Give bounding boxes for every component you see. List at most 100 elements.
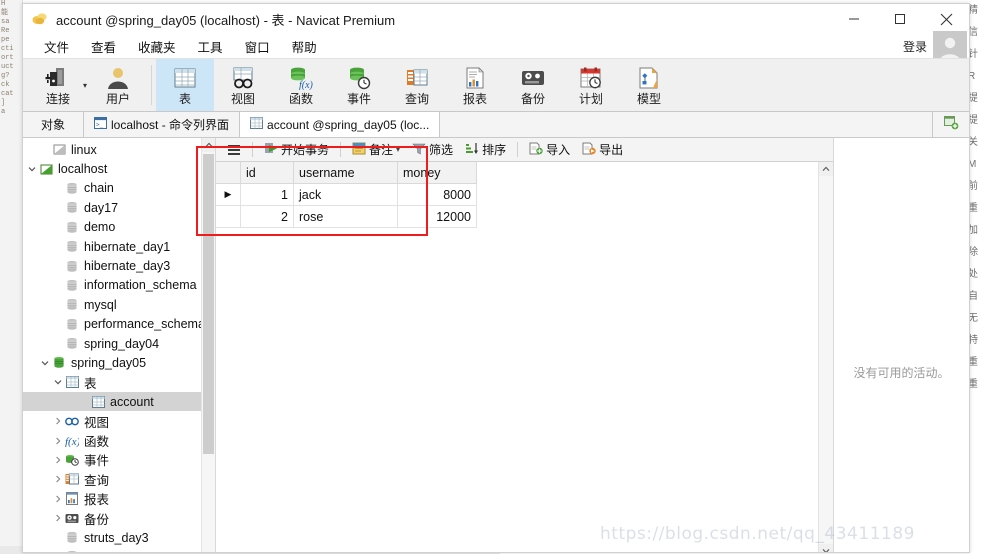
filter-button[interactable]: 筛选 [407, 139, 458, 160]
sidebar-item-chain[interactable]: chain [23, 179, 215, 198]
chevron-right-icon[interactable] [51, 495, 64, 503]
menu-tools[interactable]: 工具 [187, 35, 234, 58]
sidebar-item-information_schema[interactable]: information_schema [23, 276, 215, 295]
ribbon-connection[interactable]: 连接 [29, 59, 87, 111]
begin-transaction-button[interactable]: 开始事务 [259, 139, 334, 160]
chevron-right-icon[interactable] [51, 456, 64, 464]
ribbon-table[interactable]: 表 [156, 59, 215, 111]
table-row[interactable]: 2 rose 12000 [216, 205, 477, 228]
sidebar-item-[interactable]: 视图 [23, 411, 215, 430]
ribbon-view-label: 视图 [231, 92, 256, 106]
menu-help[interactable]: 帮助 [281, 35, 328, 58]
note-button[interactable]: 备注 ▾ [347, 139, 405, 160]
chevron-right-icon[interactable] [51, 417, 64, 425]
report-chart-icon [462, 64, 488, 92]
ribbon-query[interactable]: 查询 [388, 59, 446, 111]
sidebar-item-label: demo [84, 220, 116, 235]
ribbon-backup[interactable]: 备份 [504, 59, 562, 111]
sidebar-item-performance_schema[interactable]: performance_schema [23, 315, 215, 334]
sidebar-item-mysql[interactable]: mysql [23, 295, 215, 314]
sidebar-item-[interactable]: 表 [23, 373, 215, 392]
menu-window[interactable]: 窗口 [234, 35, 281, 58]
export-button[interactable]: 导出 [577, 139, 628, 160]
chevron-right-icon[interactable] [51, 475, 64, 483]
background-code-line: ] [1, 99, 6, 107]
background-code-line: 能 [1, 9, 8, 17]
chevron-down-icon[interactable] [38, 360, 51, 366]
db-gray-icon [64, 531, 80, 544]
cell-username[interactable]: jack [293, 183, 398, 206]
object-button[interactable]: 对象 [23, 112, 84, 137]
chevron-down-icon[interactable] [25, 166, 38, 172]
grid-menu-button[interactable] [222, 142, 246, 158]
cell-username[interactable]: rose [293, 205, 398, 228]
sidebar-item-spring_day05[interactable]: spring_day05 [23, 353, 215, 372]
sidebar-scroll-thumb[interactable] [203, 154, 214, 454]
menu-file[interactable]: 文件 [33, 35, 80, 58]
sidebar-item-[interactable]: 备份 [23, 508, 215, 527]
background-code-line: H [1, 0, 6, 8]
svg-text:>_: >_ [96, 122, 104, 129]
ribbon-function[interactable]: f(x) 函数 [272, 59, 330, 111]
grid-vertical-scrollbar[interactable] [818, 162, 833, 552]
export-icon [582, 142, 596, 158]
sidebar-item-hibernate_day3[interactable]: hibernate_day3 [23, 256, 215, 275]
column-header-username[interactable]: username [293, 162, 398, 184]
cell-money[interactable]: 12000 [397, 205, 477, 228]
column-header-money[interactable]: money [397, 162, 477, 184]
navicat-logo-icon [31, 10, 49, 28]
tab-account-table[interactable]: account @spring_day05 (loc... [240, 112, 441, 137]
new-tab-button[interactable] [933, 112, 969, 137]
sidebar-item-account[interactable]: account [23, 392, 215, 412]
ribbon-model[interactable]: 模型 [620, 59, 678, 111]
column-header-id[interactable]: id [240, 162, 294, 184]
ribbon-event[interactable]: 事件 [330, 59, 388, 111]
sidebar-item-localhost[interactable]: localhost [23, 159, 215, 178]
row-marker: ▶ [216, 183, 241, 206]
connection-green-icon [38, 163, 54, 176]
cell-money[interactable]: 8000 [397, 183, 477, 206]
close-button[interactable] [923, 4, 969, 34]
grid-scroll-up-button[interactable] [819, 162, 833, 176]
filter-label: 筛选 [429, 143, 454, 157]
sidebar-scrollbar[interactable] [201, 138, 215, 552]
chevron-right-icon[interactable] [51, 514, 64, 522]
sidebar-item-[interactable]: 事件 [23, 450, 215, 469]
sidebar-item-[interactable]: f(x) 函数 [23, 431, 215, 450]
menu-favorites[interactable]: 收藏夹 [127, 35, 187, 58]
sidebar-item-demo[interactable]: demo [23, 218, 215, 237]
tab-console[interactable]: >_ localhost - 命令列界面 [84, 112, 241, 137]
sidebar-item-hibernate_day1[interactable]: hibernate_day1 [23, 237, 215, 256]
connection-gray-icon [51, 143, 67, 156]
sidebar-item-[interactable]: 查询 [23, 470, 215, 489]
ribbon-model-label: 模型 [637, 92, 662, 106]
sidebar-item-day17[interactable]: day17 [23, 198, 215, 217]
avatar[interactable] [933, 31, 967, 61]
maximize-button[interactable] [877, 4, 923, 34]
login-link[interactable]: 登录 [903, 38, 927, 55]
chevron-down-icon[interactable] [51, 379, 64, 385]
ribbon-user[interactable]: 用户 [89, 59, 147, 111]
sidebar-item-struts_day3[interactable]: struts_day3 [23, 528, 215, 547]
connection-dropdown-caret-icon[interactable]: ▾ [83, 81, 87, 90]
sidebar-item-linux[interactable]: linux [23, 140, 215, 159]
table-row[interactable]: ▶ 1 jack 8000 [216, 183, 477, 206]
cell-id[interactable]: 2 [240, 205, 294, 228]
import-button[interactable]: 导入 [524, 139, 575, 160]
ribbon-report[interactable]: 报表 [446, 59, 504, 111]
sort-button[interactable]: 排序 [460, 139, 511, 160]
minimize-button[interactable] [831, 4, 877, 34]
ribbon-schedule[interactable]: 计划 [562, 59, 620, 111]
sidebar-scroll-up-button[interactable] [202, 138, 215, 152]
cell-id[interactable]: 1 [240, 183, 294, 206]
sidebar-item-[interactable]: 报表 [23, 489, 215, 508]
ribbon-view[interactable]: 视图 [214, 59, 272, 111]
chevron-right-icon[interactable] [51, 437, 64, 445]
sidebar-item-label: information_schema [84, 278, 197, 293]
sidebar-item-spring_day04[interactable]: spring_day04 [23, 334, 215, 353]
sidebar-item-sys[interactable]: sys [23, 547, 215, 552]
note-dropdown-caret-icon[interactable]: ▾ [396, 145, 400, 154]
menu-view[interactable]: 查看 [80, 35, 127, 58]
grid-scroll-down-button[interactable] [819, 544, 833, 552]
ribbon-schedule-label: 计划 [579, 92, 604, 106]
